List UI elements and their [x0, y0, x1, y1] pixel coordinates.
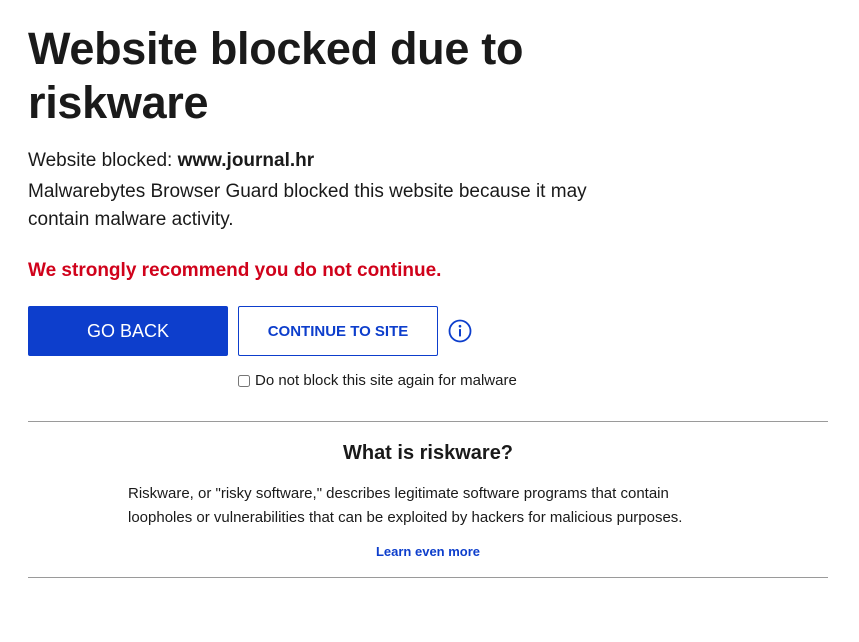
block-page: Website blocked due to riskware Website … [28, 22, 828, 578]
riskware-info-section: What is riskware? Riskware, or "risky so… [28, 422, 828, 577]
page-title: Website blocked due to riskware [28, 23, 524, 128]
section-text: Riskware, or "risky software," describes… [128, 485, 683, 526]
warning-text: We strongly recommend you do not continu… [28, 260, 442, 281]
divider-bottom [28, 577, 828, 578]
section-title: What is riskware? [342, 442, 514, 464]
do-not-block-row[interactable]: Do not block this site again for malware [238, 372, 828, 389]
go-back-button[interactable]: GO BACK [28, 306, 228, 356]
do-not-block-checkbox[interactable] [238, 374, 250, 387]
learn-more-link[interactable]: Learn even more [376, 544, 480, 559]
blocked-prefix: Website blocked: [28, 150, 178, 171]
continue-to-site-button[interactable]: CONTINUE TO SITE [238, 306, 438, 356]
blocked-url: www.journal.hr [177, 150, 315, 171]
do-not-block-label: Do not block this site again for malware [255, 372, 517, 389]
action-row: GO BACK CONTINUE TO SITE [28, 306, 828, 356]
blocked-site-line: Website blocked: www.journal.hr [28, 148, 828, 174]
info-icon[interactable] [448, 319, 472, 343]
block-description: Malwarebytes Browser Guard blocked this … [28, 181, 587, 230]
